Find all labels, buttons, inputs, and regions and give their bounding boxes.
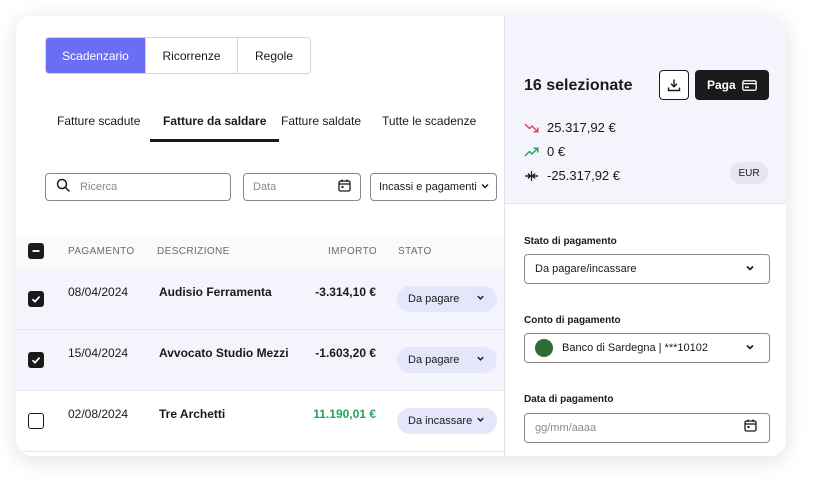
status-label: Da incassare bbox=[408, 415, 473, 427]
payment-status-label: Stato di pagamento bbox=[524, 236, 617, 247]
chevron-down-icon bbox=[480, 181, 490, 194]
download-button[interactable] bbox=[659, 70, 689, 100]
date-filter[interactable]: Data bbox=[243, 173, 361, 201]
status-badge[interactable]: Da incassare bbox=[397, 408, 497, 434]
account-label: Conto di pagamento bbox=[524, 315, 621, 326]
account-value: Banco di Sardegna | ***10102 bbox=[562, 341, 708, 354]
credit-card-icon bbox=[742, 79, 757, 91]
pay-button-label: Paga bbox=[707, 78, 736, 92]
tab-fatture-da-saldare[interactable]: Fatture da saldare bbox=[149, 106, 280, 142]
row-checkbox[interactable] bbox=[28, 413, 44, 429]
description: Audisio Ferramenta bbox=[159, 285, 272, 299]
payment-date: 15/04/2024 bbox=[68, 346, 129, 360]
tab-fatture-scadute[interactable]: Fatture scadute bbox=[57, 106, 140, 142]
tab-tutte-le-scadenze[interactable]: Tutte le scadenze bbox=[382, 106, 476, 142]
payment-status-value: Da pagare/incassare bbox=[535, 263, 637, 275]
payment-date-label: Data di pagamento bbox=[524, 394, 614, 405]
payment-status-select[interactable]: Da pagare/incassare bbox=[524, 254, 770, 284]
header-importo[interactable]: IMPORTO bbox=[328, 246, 377, 257]
status-label: Da pagare bbox=[408, 354, 460, 366]
chevron-down-icon bbox=[476, 293, 485, 305]
incoming-total: 0 € bbox=[524, 144, 565, 159]
checkmark-icon bbox=[31, 357, 41, 364]
transaction-type-value: Incassi e pagamenti bbox=[379, 181, 477, 193]
chevron-down-icon bbox=[476, 354, 485, 366]
view-regole-button[interactable]: Regole bbox=[238, 38, 310, 73]
calendar-icon[interactable] bbox=[744, 419, 757, 437]
payment-date-input[interactable] bbox=[535, 422, 715, 434]
balance-amount: -25.317,92 € bbox=[547, 168, 621, 183]
row-checkbox[interactable] bbox=[28, 291, 44, 307]
status-label: Da pagare bbox=[408, 293, 460, 305]
search-input[interactable] bbox=[80, 181, 210, 193]
merge-arrows-icon bbox=[524, 169, 540, 183]
select-all-checkbox[interactable] bbox=[28, 243, 44, 259]
trend-down-icon bbox=[524, 121, 540, 135]
minus-icon bbox=[32, 250, 40, 252]
description: Tre Archetti bbox=[159, 407, 226, 421]
download-icon bbox=[667, 79, 681, 92]
transaction-type-select[interactable]: Incassi e pagamenti bbox=[370, 173, 497, 201]
checkmark-icon bbox=[31, 296, 41, 303]
header-descrizione[interactable]: DESCRIZIONE bbox=[157, 246, 230, 257]
table-row[interactable]: 15/04/2024 Avvocato Studio Mezzi -1.603,… bbox=[16, 330, 504, 391]
selected-count-title: 16 selezionate bbox=[524, 77, 633, 94]
header-pagamento[interactable]: PAGAMENTO bbox=[68, 246, 135, 257]
account-value-wrapper: Banco di Sardegna | ***10102 bbox=[535, 339, 708, 357]
outgoing-amount: 25.317,92 € bbox=[547, 120, 616, 135]
outgoing-total: 25.317,92 € bbox=[524, 120, 616, 135]
date-filter-placeholder: Data bbox=[253, 181, 277, 193]
view-ricorrenze-button[interactable]: Ricorrenze bbox=[146, 38, 238, 73]
incoming-amount: 0 € bbox=[547, 144, 566, 159]
view-switcher: Scadenzario Ricorrenze Regole bbox=[45, 37, 311, 74]
currency-badge[interactable]: EUR bbox=[730, 162, 768, 184]
selection-summary: 16 selezionate Paga 25.317,92 € 0 € -25.… bbox=[505, 16, 786, 204]
amount: -3.314,10 € bbox=[315, 285, 376, 299]
search-icon bbox=[56, 178, 70, 197]
payment-date: 08/04/2024 bbox=[68, 285, 129, 299]
pay-button[interactable]: Paga bbox=[695, 70, 769, 100]
status-badge[interactable]: Da pagare bbox=[397, 286, 497, 312]
app-card: Scadenzario Ricorrenze Regole Fatture sc… bbox=[16, 16, 786, 456]
search-box[interactable] bbox=[45, 173, 231, 201]
payment-date-field[interactable] bbox=[524, 413, 770, 443]
calendar-icon bbox=[338, 179, 351, 195]
table-row[interactable]: 08/04/2024 Audisio Ferramenta -3.314,10 … bbox=[16, 269, 504, 330]
chevron-down-icon bbox=[745, 342, 755, 355]
row-checkbox[interactable] bbox=[28, 352, 44, 368]
header-stato[interactable]: STATO bbox=[398, 246, 432, 257]
bank-logo-icon bbox=[535, 339, 553, 357]
balance-total: -25.317,92 € bbox=[524, 168, 620, 183]
view-scadenzario-button[interactable]: Scadenzario bbox=[46, 38, 146, 73]
payment-side-panel: 16 selezionate Paga 25.317,92 € 0 € -25.… bbox=[504, 16, 786, 456]
tab-fatture-saldate[interactable]: Fatture saldate bbox=[281, 106, 361, 142]
amount: -1.603,20 € bbox=[315, 346, 376, 360]
account-select[interactable]: Banco di Sardegna | ***10102 bbox=[524, 333, 770, 363]
trend-up-icon bbox=[524, 145, 540, 159]
chevron-down-icon bbox=[745, 263, 755, 276]
deadlines-panel: Scadenzario Ricorrenze Regole Fatture sc… bbox=[16, 16, 504, 456]
amount: 11.190,01 € bbox=[313, 407, 376, 421]
table-header: PAGAMENTO DESCRIZIONE IMPORTO STATO bbox=[16, 235, 504, 269]
table-row[interactable]: 02/08/2024 Tre Archetti 11.190,01 € Da i… bbox=[16, 391, 504, 452]
payment-date: 02/08/2024 bbox=[68, 407, 129, 421]
chevron-down-icon bbox=[476, 415, 485, 427]
status-badge[interactable]: Da pagare bbox=[397, 347, 497, 373]
